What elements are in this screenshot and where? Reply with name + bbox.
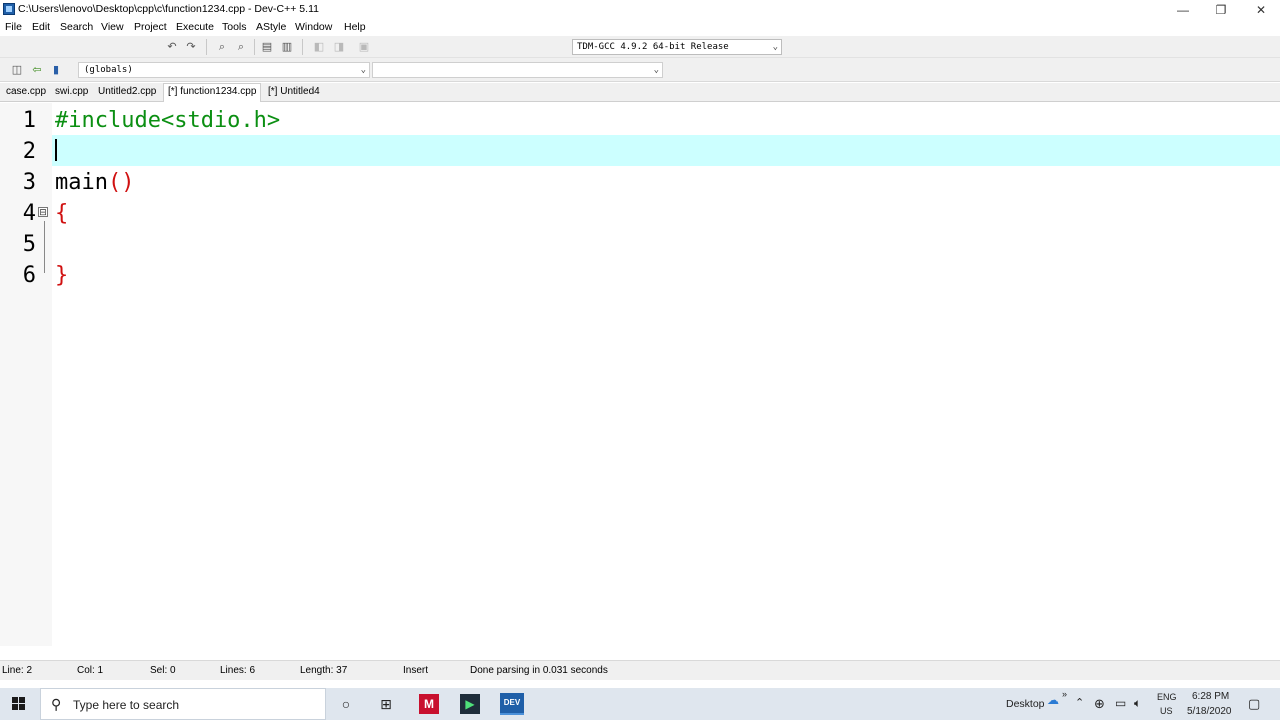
unindent-icon[interactable]: ▥ — [279, 39, 295, 55]
chevron-down-icon: ⌄ — [653, 65, 659, 75]
code-editor[interactable]: ⊟ 1 2 3 4 5 6 #include<stdio.h> main() {… — [0, 103, 1280, 646]
status-col: Col: 1 — [77, 665, 104, 676]
replace-icon[interactable]: ⌕ — [233, 39, 249, 55]
find-icon[interactable]: ⌕ — [214, 39, 230, 55]
tab-function1234-cpp[interactable]: [*] function1234.cpp — [163, 83, 262, 102]
chevron-down-icon: ⌄ — [772, 42, 778, 52]
battery-icon[interactable]: ▭ — [1115, 696, 1126, 710]
menu-file[interactable]: File — [5, 21, 22, 33]
tab-swi-cpp[interactable]: swi.cpp — [55, 86, 88, 97]
line-number: 3 — [22, 170, 36, 195]
new-class-icon[interactable]: ◫ — [9, 62, 25, 78]
redo-icon[interactable]: ↷ — [183, 39, 199, 55]
menu-project[interactable]: Project — [134, 21, 167, 33]
forward-icon[interactable]: ◨ — [331, 39, 347, 55]
code-line-open-brace: { — [55, 201, 69, 226]
indent-icon[interactable]: ▤ — [259, 39, 275, 55]
toolbar-separator — [206, 39, 207, 55]
pycharm-icon[interactable]: ▶ — [460, 694, 480, 714]
line-number: 4 — [22, 201, 36, 226]
taskbar-search-box[interactable]: ⚲ Type here to search — [40, 688, 326, 720]
chevron-right-icon[interactable]: » — [1062, 689, 1067, 699]
text-caret — [55, 139, 57, 161]
compiler-select[interactable]: TDM-GCC 4.9.2 64-bit Release ⌄ — [572, 39, 782, 55]
mcafee-icon[interactable]: M — [419, 694, 439, 714]
toolbar-separator — [254, 39, 255, 55]
current-line-highlight — [52, 135, 1280, 166]
goto-icon[interactable]: ▮ — [48, 62, 64, 78]
code-token-parens: () — [107, 170, 135, 195]
network-icon[interactable]: ⊕ — [1094, 696, 1105, 712]
menu-astyle[interactable]: AStyle — [256, 21, 286, 33]
symbol-combo[interactable]: ⌄ — [372, 62, 663, 78]
restore-button[interactable]: ❐ — [1201, 0, 1241, 20]
windows-taskbar: ⚲ Type here to search ○ ⊞ M ▶ DEV Deskto… — [0, 688, 1280, 720]
close-button[interactable]: ✕ — [1241, 0, 1280, 20]
code-line-main: main() — [55, 167, 134, 198]
menu-window[interactable]: Window — [295, 21, 332, 33]
volume-icon[interactable]: 🔈︎ — [1134, 696, 1141, 711]
menu-bar: File Edit Search View Project Execute To… — [0, 20, 1280, 36]
line-number: 2 — [22, 139, 36, 164]
status-mode: Insert — [403, 665, 429, 676]
desktop-toolbar-label[interactable]: Desktop — [1006, 698, 1045, 710]
window-title: C:\Users\lenovo\Desktop\cpp\c\function12… — [18, 3, 319, 15]
taskbar-search-placeholder: Type here to search — [73, 698, 180, 712]
menu-execute[interactable]: Execute — [176, 21, 214, 33]
language-top[interactable]: ENG — [1157, 692, 1177, 702]
onedrive-icon[interactable]: ☁ — [1047, 693, 1059, 707]
status-sel: Sel: 0 — [150, 665, 176, 676]
chevron-down-icon: ⌄ — [360, 65, 366, 75]
status-bar: Line: 2 Col: 1 Sel: 0 Lines: 6 Length: 3… — [0, 660, 1280, 680]
insert-icon[interactable]: ⇦ — [29, 62, 45, 78]
line-number: 1 — [22, 108, 36, 133]
clock-time[interactable]: 6:28 PM — [1192, 691, 1229, 702]
task-view-icon[interactable]: ⊞ — [376, 694, 396, 714]
code-token-main: main — [55, 170, 108, 195]
windows-start-icon[interactable] — [12, 697, 26, 711]
scope-combo-value: (globals) — [84, 65, 133, 75]
undo-icon[interactable]: ↶ — [164, 39, 180, 55]
status-line: Line: 2 — [2, 665, 33, 676]
fold-guide — [44, 221, 45, 273]
status-message: Done parsing in 0.031 seconds — [470, 665, 608, 676]
line-number: 6 — [22, 263, 36, 288]
minimize-button[interactable]: — — [1163, 0, 1203, 20]
language-bottom[interactable]: US — [1160, 706, 1173, 716]
back-icon[interactable]: ◧ — [311, 39, 327, 55]
tab-case-cpp[interactable]: case.cpp — [6, 86, 46, 97]
notification-icon[interactable]: ▢ — [1248, 696, 1260, 712]
clock-date[interactable]: 5/18/2020 — [1187, 706, 1232, 717]
compiler-select-value: TDM-GCC 4.9.2 64-bit Release — [577, 42, 729, 52]
code-line-close-brace: } — [55, 263, 69, 288]
tab-untitled4[interactable]: [*] Untitled4 — [268, 86, 320, 97]
menu-help[interactable]: Help — [344, 21, 366, 33]
chevron-up-icon[interactable]: ⌃ — [1075, 696, 1084, 709]
title-bar: C:\Users\lenovo\Desktop\cpp\c\function12… — [0, 0, 1280, 20]
toolbar-separator — [302, 39, 303, 55]
code-line-include: #include<stdio.h> — [55, 108, 281, 133]
tab-untitled2-cpp[interactable]: Untitled2.cpp — [98, 86, 156, 97]
status-length: Length: 37 — [300, 665, 348, 676]
scope-combo[interactable]: (globals) ⌄ — [78, 62, 370, 78]
menu-view[interactable]: View — [101, 21, 124, 33]
cortana-icon[interactable]: ○ — [336, 694, 356, 714]
search-icon: ⚲ — [51, 696, 62, 712]
menu-edit[interactable]: Edit — [32, 21, 50, 33]
editor-tabs: case.cpp swi.cpp Untitled2.cpp [*] funct… — [0, 83, 1280, 102]
menu-search[interactable]: Search — [60, 21, 93, 33]
line-number: 5 — [22, 232, 36, 257]
menu-tools[interactable]: Tools — [222, 21, 247, 33]
bookmark-icon[interactable]: ▣ — [356, 39, 372, 55]
devcpp-app-icon — [3, 3, 15, 15]
fold-collapse-icon[interactable]: ⊟ — [38, 207, 48, 217]
status-lines: Lines: 6 — [220, 665, 256, 676]
devcpp-taskbar-icon[interactable]: DEV — [500, 693, 524, 715]
